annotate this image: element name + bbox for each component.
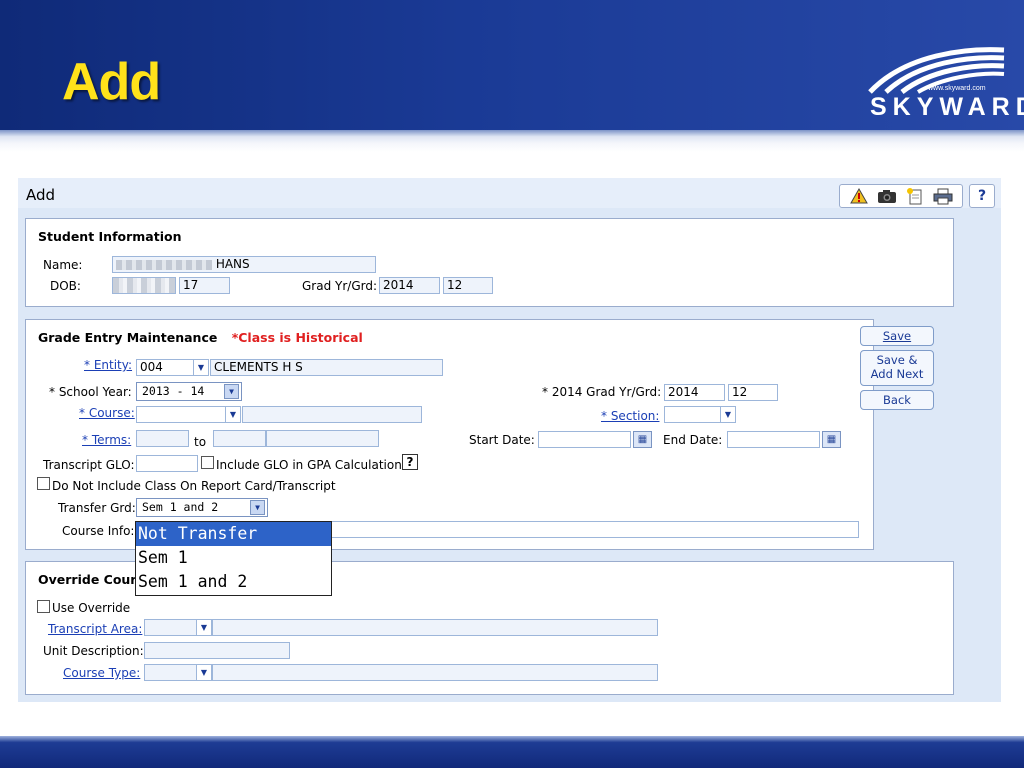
course-type-link[interactable]: Course Type: <box>63 666 140 680</box>
course-input[interactable] <box>136 406 226 423</box>
chevron-down-icon: ▼ <box>250 500 265 515</box>
end-date-input[interactable] <box>727 431 820 448</box>
save-add-next-line2: Add Next <box>870 367 924 381</box>
course-dropdown-arrow[interactable]: ▼ <box>225 406 241 423</box>
unit-description-input[interactable] <box>144 642 290 659</box>
course-link[interactable]: * Course: <box>79 406 135 420</box>
panel-title: Grade Entry Maintenance *Class is Histor… <box>38 330 363 345</box>
new-note-icon[interactable] <box>904 187 926 205</box>
transcript-glo-input[interactable] <box>136 455 198 472</box>
window-title: Add <box>26 186 56 204</box>
name-value: HANS <box>215 257 250 271</box>
save-add-next-button[interactable]: Save & Add Next <box>860 350 934 386</box>
grad-year-input[interactable]: 2014 <box>664 384 725 401</box>
student-information-panel: Student Information Name: HANS DOB: 17 G… <box>25 218 954 307</box>
terms-to-field[interactable] <box>213 430 266 447</box>
save-add-next-line1: Save & <box>876 353 918 367</box>
transcript-area-desc-field <box>212 619 658 636</box>
dob-label: DOB: <box>50 279 81 293</box>
course-type-input[interactable] <box>144 664 197 681</box>
transfer-grd-label: Transfer Grd: <box>58 501 136 515</box>
logo-url: www.skyward.com <box>928 85 986 92</box>
entity-link[interactable]: * Entity: <box>84 358 132 372</box>
transcript-glo-label: Transcript GLO: <box>43 458 135 472</box>
toolbar-icon-group <box>839 184 963 208</box>
end-date-label: End Date: <box>663 433 723 447</box>
course-type-desc-field <box>212 664 658 681</box>
do-not-include-checkbox[interactable] <box>37 477 50 490</box>
transfer-grd-select[interactable]: Sem 1 and 2 ▼ <box>136 498 268 517</box>
section-input[interactable] <box>664 406 721 423</box>
name-field: HANS <box>112 256 376 273</box>
help-button[interactable]: ? <box>969 184 995 208</box>
back-label: Back <box>883 393 911 407</box>
include-glo-label: Include GLO in GPA Calculation <box>216 458 402 472</box>
save-button[interactable]: Save <box>860 326 934 346</box>
calendar-icon[interactable]: ▦ <box>633 431 652 448</box>
grad-grade-field: 12 <box>443 277 493 294</box>
dropdown-option[interactable]: Sem 1 and 2 <box>136 570 331 594</box>
grad-grade-input[interactable]: 12 <box>728 384 778 401</box>
dropdown-option[interactable]: Sem 1 <box>136 546 331 570</box>
alert-icon[interactable] <box>848 187 870 205</box>
entity-code-input[interactable]: 004 <box>136 359 194 376</box>
entity-dropdown-arrow[interactable]: ▼ <box>193 359 209 376</box>
grad-year-field: 2014 <box>379 277 440 294</box>
terms-from-field[interactable] <box>136 430 189 447</box>
glo-help-icon[interactable]: ? <box>402 454 418 470</box>
school-year-label: * School Year: <box>49 385 132 399</box>
panel-title: Student Information <box>38 229 182 244</box>
name-redacted <box>116 259 212 270</box>
terms-link[interactable]: * Terms: <box>82 433 131 447</box>
start-date-input[interactable] <box>538 431 631 448</box>
school-year-select[interactable]: 2013 - 14 ▼ <box>136 382 242 401</box>
terms-desc-field <box>266 430 379 447</box>
include-glo-checkbox[interactable] <box>201 456 214 469</box>
chevron-down-icon: ▼ <box>224 384 239 399</box>
historical-note: *Class is Historical <box>231 330 363 345</box>
do-not-include-label: Do Not Include Class On Report Card/Tran… <box>52 479 336 493</box>
window-title-bar: Add ? <box>18 178 1001 208</box>
toolbar: ? <box>839 184 995 208</box>
transcript-area-link[interactable]: Transcript Area: <box>48 622 142 636</box>
back-button[interactable]: Back <box>860 390 934 410</box>
section-dropdown-arrow[interactable]: ▼ <box>720 406 736 423</box>
grade-entry-title: Grade Entry Maintenance <box>38 330 218 345</box>
calendar-icon[interactable]: ▦ <box>822 431 841 448</box>
transcript-area-input[interactable] <box>144 619 197 636</box>
course-info-label: Course Info: <box>62 524 135 538</box>
age-field: 17 <box>179 277 230 294</box>
unit-description-label: Unit Description: <box>43 644 144 658</box>
logo-wordmark: SKYWARD <box>870 93 1024 121</box>
transcript-area-dropdown-arrow[interactable]: ▼ <box>196 619 212 636</box>
save-label: Save <box>882 329 912 343</box>
dob-field <box>112 277 176 294</box>
use-override-label: Use Override <box>52 601 131 615</box>
grade-entry-panel: Grade Entry Maintenance *Class is Histor… <box>25 319 874 550</box>
camera-icon[interactable] <box>876 187 898 205</box>
grad-label: * 2014 Grad Yr/Grd: <box>542 385 662 399</box>
entity-name-field: CLEMENTS H S <box>210 359 443 376</box>
panel-title: Override Cours <box>38 572 144 587</box>
slide-title: Add <box>62 53 161 111</box>
use-override-checkbox[interactable] <box>37 600 50 613</box>
start-date-label: Start Date: <box>469 433 535 447</box>
grad-yr-grd-label: Grad Yr/Grd: <box>302 279 378 293</box>
slide-footer <box>0 736 1024 768</box>
name-label: Name: <box>43 258 83 272</box>
transfer-grd-value: Sem 1 and 2 <box>142 500 219 514</box>
print-icon[interactable] <box>932 187 954 205</box>
dropdown-option[interactable]: Not Transfer <box>136 522 331 546</box>
header-stripe <box>0 130 1024 152</box>
course-type-dropdown-arrow[interactable]: ▼ <box>196 664 212 681</box>
section-link[interactable]: * Section: <box>601 409 659 423</box>
transfer-grd-dropdown-list: Not Transfer Sem 1 Sem 1 and 2 <box>135 521 332 596</box>
terms-to-label: to <box>194 435 207 449</box>
school-year-value: 2013 - 14 <box>142 384 205 398</box>
course-name-field <box>242 406 422 423</box>
